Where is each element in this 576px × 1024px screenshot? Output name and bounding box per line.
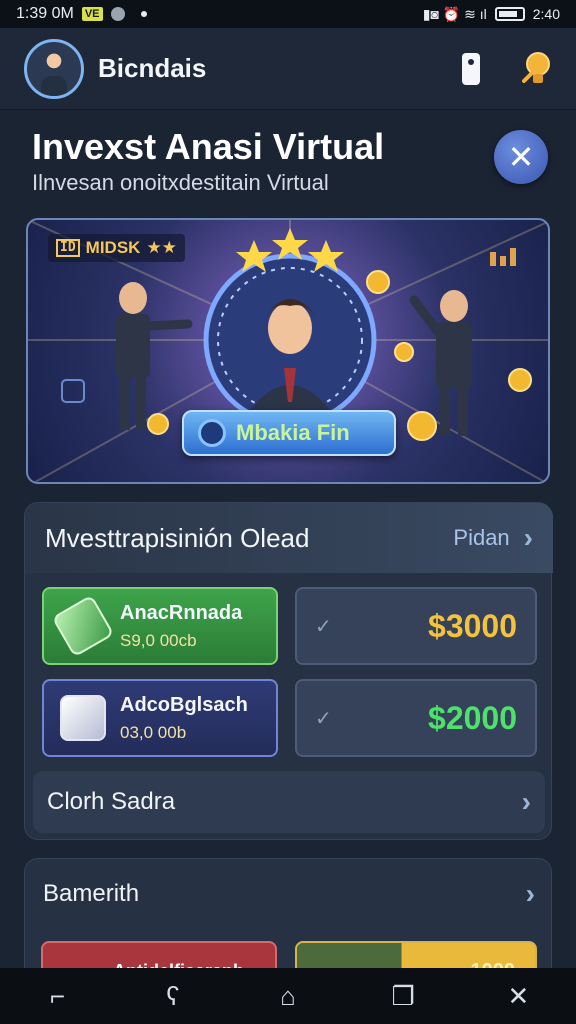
- back-icon[interactable]: ⌐: [38, 981, 78, 1012]
- status-right-text: 2:40: [532, 6, 560, 22]
- ticket-icon: [51, 594, 115, 658]
- investment-header-link[interactable]: Pidan ›: [453, 522, 533, 554]
- page-subheading: Ilnvesan onoitxdestitain Virtual: [32, 170, 329, 195]
- investment-header-link-label: Pidan: [453, 525, 510, 550]
- tag-icon: ID: [56, 239, 80, 257]
- investment-tile-1[interactable]: AnacRnnada S9,0 00cb: [42, 587, 278, 665]
- close-icon[interactable]: ✕: [498, 981, 538, 1012]
- page-heading: Invexst Anasi Virtual: [32, 126, 385, 167]
- app-title: Bicndais: [98, 53, 207, 83]
- check-icon: ✓: [315, 707, 332, 730]
- chevron-right-icon: ›: [521, 786, 531, 817]
- star-icon: ★★: [146, 238, 177, 257]
- promo-banner[interactable]: ID MIDSK ★★ Mbakia Fin: [26, 218, 550, 484]
- home-icon[interactable]: ⌂: [268, 981, 308, 1012]
- amount-1-value: $3000: [428, 607, 517, 644]
- notification-badge-icon: VE: [81, 7, 103, 21]
- location-pin-icon: [198, 419, 226, 447]
- status-time: 1:39 0M: [16, 5, 74, 22]
- amount-field-1[interactable]: ✓ $3000: [295, 587, 537, 665]
- avatar[interactable]: [24, 38, 84, 99]
- flashlight-icon[interactable]: [462, 52, 480, 85]
- tile-1-value: S9,0 00cb: [120, 630, 197, 650]
- investment-card-title: Mvesttrapisinión Olead: [45, 522, 310, 553]
- investment-tile-2[interactable]: AdcoBglsach 03,0 00b: [42, 679, 278, 757]
- check-icon: ✓: [315, 615, 332, 638]
- signal-icon: ▮◙ ⏰ ≋ ıl: [422, 5, 487, 22]
- section-title: Bamerith: [43, 880, 140, 907]
- investment-card: Mvesttrapisinión Olead Pidan › AnacRnnad…: [24, 502, 553, 840]
- tile-2-name: AdcoBglsach: [120, 693, 248, 716]
- investment-row-link[interactable]: Clorh Sadra ›: [33, 771, 545, 833]
- gesture-icon[interactable]: ʕ: [153, 981, 193, 1012]
- tile-1-name: AnacRnnada: [120, 601, 243, 624]
- battery-icon: [494, 7, 525, 21]
- investment-card-header: Mvesttrapisinión Olead Pidan ›: [25, 503, 553, 573]
- recents-icon[interactable]: ❐: [383, 981, 423, 1012]
- amount-field-2[interactable]: ✓ $2000: [295, 679, 537, 757]
- close-icon: ✕: [507, 139, 535, 175]
- row-label: Clorh Sadra: [47, 788, 176, 815]
- box-icon: [60, 695, 106, 741]
- app-bar: Bicndais: [0, 28, 576, 110]
- dot-icon: [140, 11, 147, 17]
- chevron-right-icon: ›: [525, 878, 535, 909]
- status-bar: 1:39 0M VE ▮◙ ⏰ ≋ ıl 2:40: [0, 0, 576, 28]
- banner-tag-label: MIDSK: [85, 238, 141, 257]
- chevron-right-icon: ›: [523, 522, 533, 553]
- bulb-icon[interactable]: [522, 51, 552, 87]
- banner-cta-button[interactable]: Mbakia Fin: [182, 410, 396, 456]
- section-header[interactable]: Bamerith ›: [43, 877, 535, 911]
- system-nav-bar: ⌐ ʕ ⌂ ❐ ✕: [0, 968, 576, 1024]
- tile-2-value: 03,0 00b: [120, 722, 187, 742]
- banner-tag: ID MIDSK ★★: [48, 234, 185, 262]
- amount-2-value: $2000: [428, 699, 517, 736]
- close-button[interactable]: ✕: [494, 130, 548, 184]
- banner-cta-label: Mbakia Fin: [236, 420, 350, 445]
- notification-icon: [110, 7, 125, 21]
